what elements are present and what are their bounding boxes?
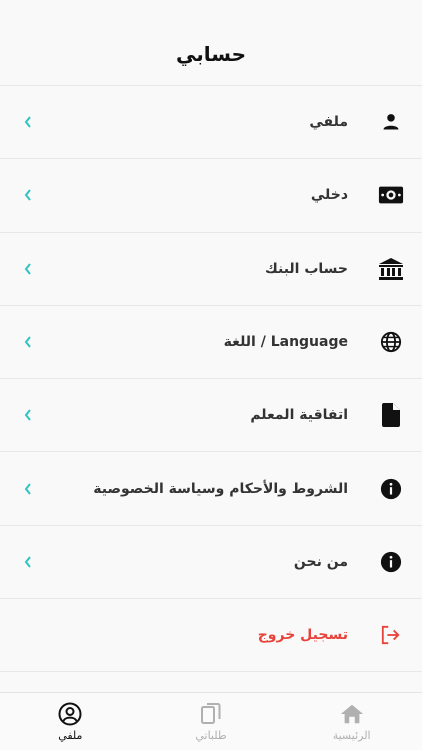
globe-icon (378, 329, 404, 355)
user-circle-icon (58, 702, 82, 726)
tab-label: الرئيسية (332, 728, 371, 742)
menu-item-income[interactable]: دخلي (0, 159, 422, 233)
menu-item-about-us[interactable]: من نحن (0, 526, 422, 600)
chevron-left-icon (22, 554, 34, 570)
bottom-tab-bar: الرئيسية طلباتي ملفي (0, 692, 422, 750)
chevron-left-icon (22, 187, 34, 203)
menu-item-label: الشروط والأحكام وسياسة الخصوصية (93, 480, 348, 497)
tab-label: ملفي (58, 728, 83, 742)
chevron-left-icon (22, 114, 34, 130)
tab-my-orders[interactable]: طلباتي (141, 693, 282, 750)
document-icon (378, 402, 404, 428)
info-icon (378, 476, 404, 502)
menu-item-label: من نحن (293, 553, 348, 570)
status-bar (0, 0, 422, 22)
copy-icon (199, 702, 223, 726)
money-icon (378, 182, 404, 208)
bank-icon (378, 256, 404, 282)
header: حسابي (0, 22, 422, 86)
info-icon (378, 549, 404, 575)
menu-item-label: اتفاقية المعلم (250, 407, 348, 424)
logout-icon (378, 622, 404, 648)
menu-item-label: حساب البنك (264, 260, 348, 277)
menu-item-terms-privacy[interactable]: الشروط والأحكام وسياسة الخصوصية (0, 452, 422, 526)
menu-item-bank-account[interactable]: حساب البنك (0, 233, 422, 306)
logout-label: تسجيل خروج (257, 627, 348, 644)
menu-item-label: Language / اللغة (223, 334, 348, 351)
logout-button[interactable]: تسجيل خروج (0, 599, 422, 673)
home-icon (340, 702, 364, 726)
page-title: حسابي (175, 41, 247, 66)
account-menu: ملفي دخلي حساب البنك Language / اللغة ات… (0, 86, 422, 673)
chevron-left-icon (22, 407, 34, 423)
menu-item-label: دخلي (310, 187, 348, 204)
menu-item-label: ملفي (309, 114, 348, 131)
menu-item-profile[interactable]: ملفي (0, 86, 422, 160)
menu-item-teacher-agreement[interactable]: اتفاقية المعلم (0, 379, 422, 453)
tab-label: طلباتي (195, 728, 227, 742)
chevron-left-icon (22, 334, 34, 350)
chevron-left-icon (22, 261, 34, 277)
person-icon (378, 109, 404, 135)
chevron-left-icon (22, 481, 34, 497)
menu-item-language[interactable]: Language / اللغة (0, 306, 422, 380)
tab-my-profile[interactable]: ملفي (0, 693, 141, 750)
tab-home[interactable]: الرئيسية (281, 693, 422, 750)
